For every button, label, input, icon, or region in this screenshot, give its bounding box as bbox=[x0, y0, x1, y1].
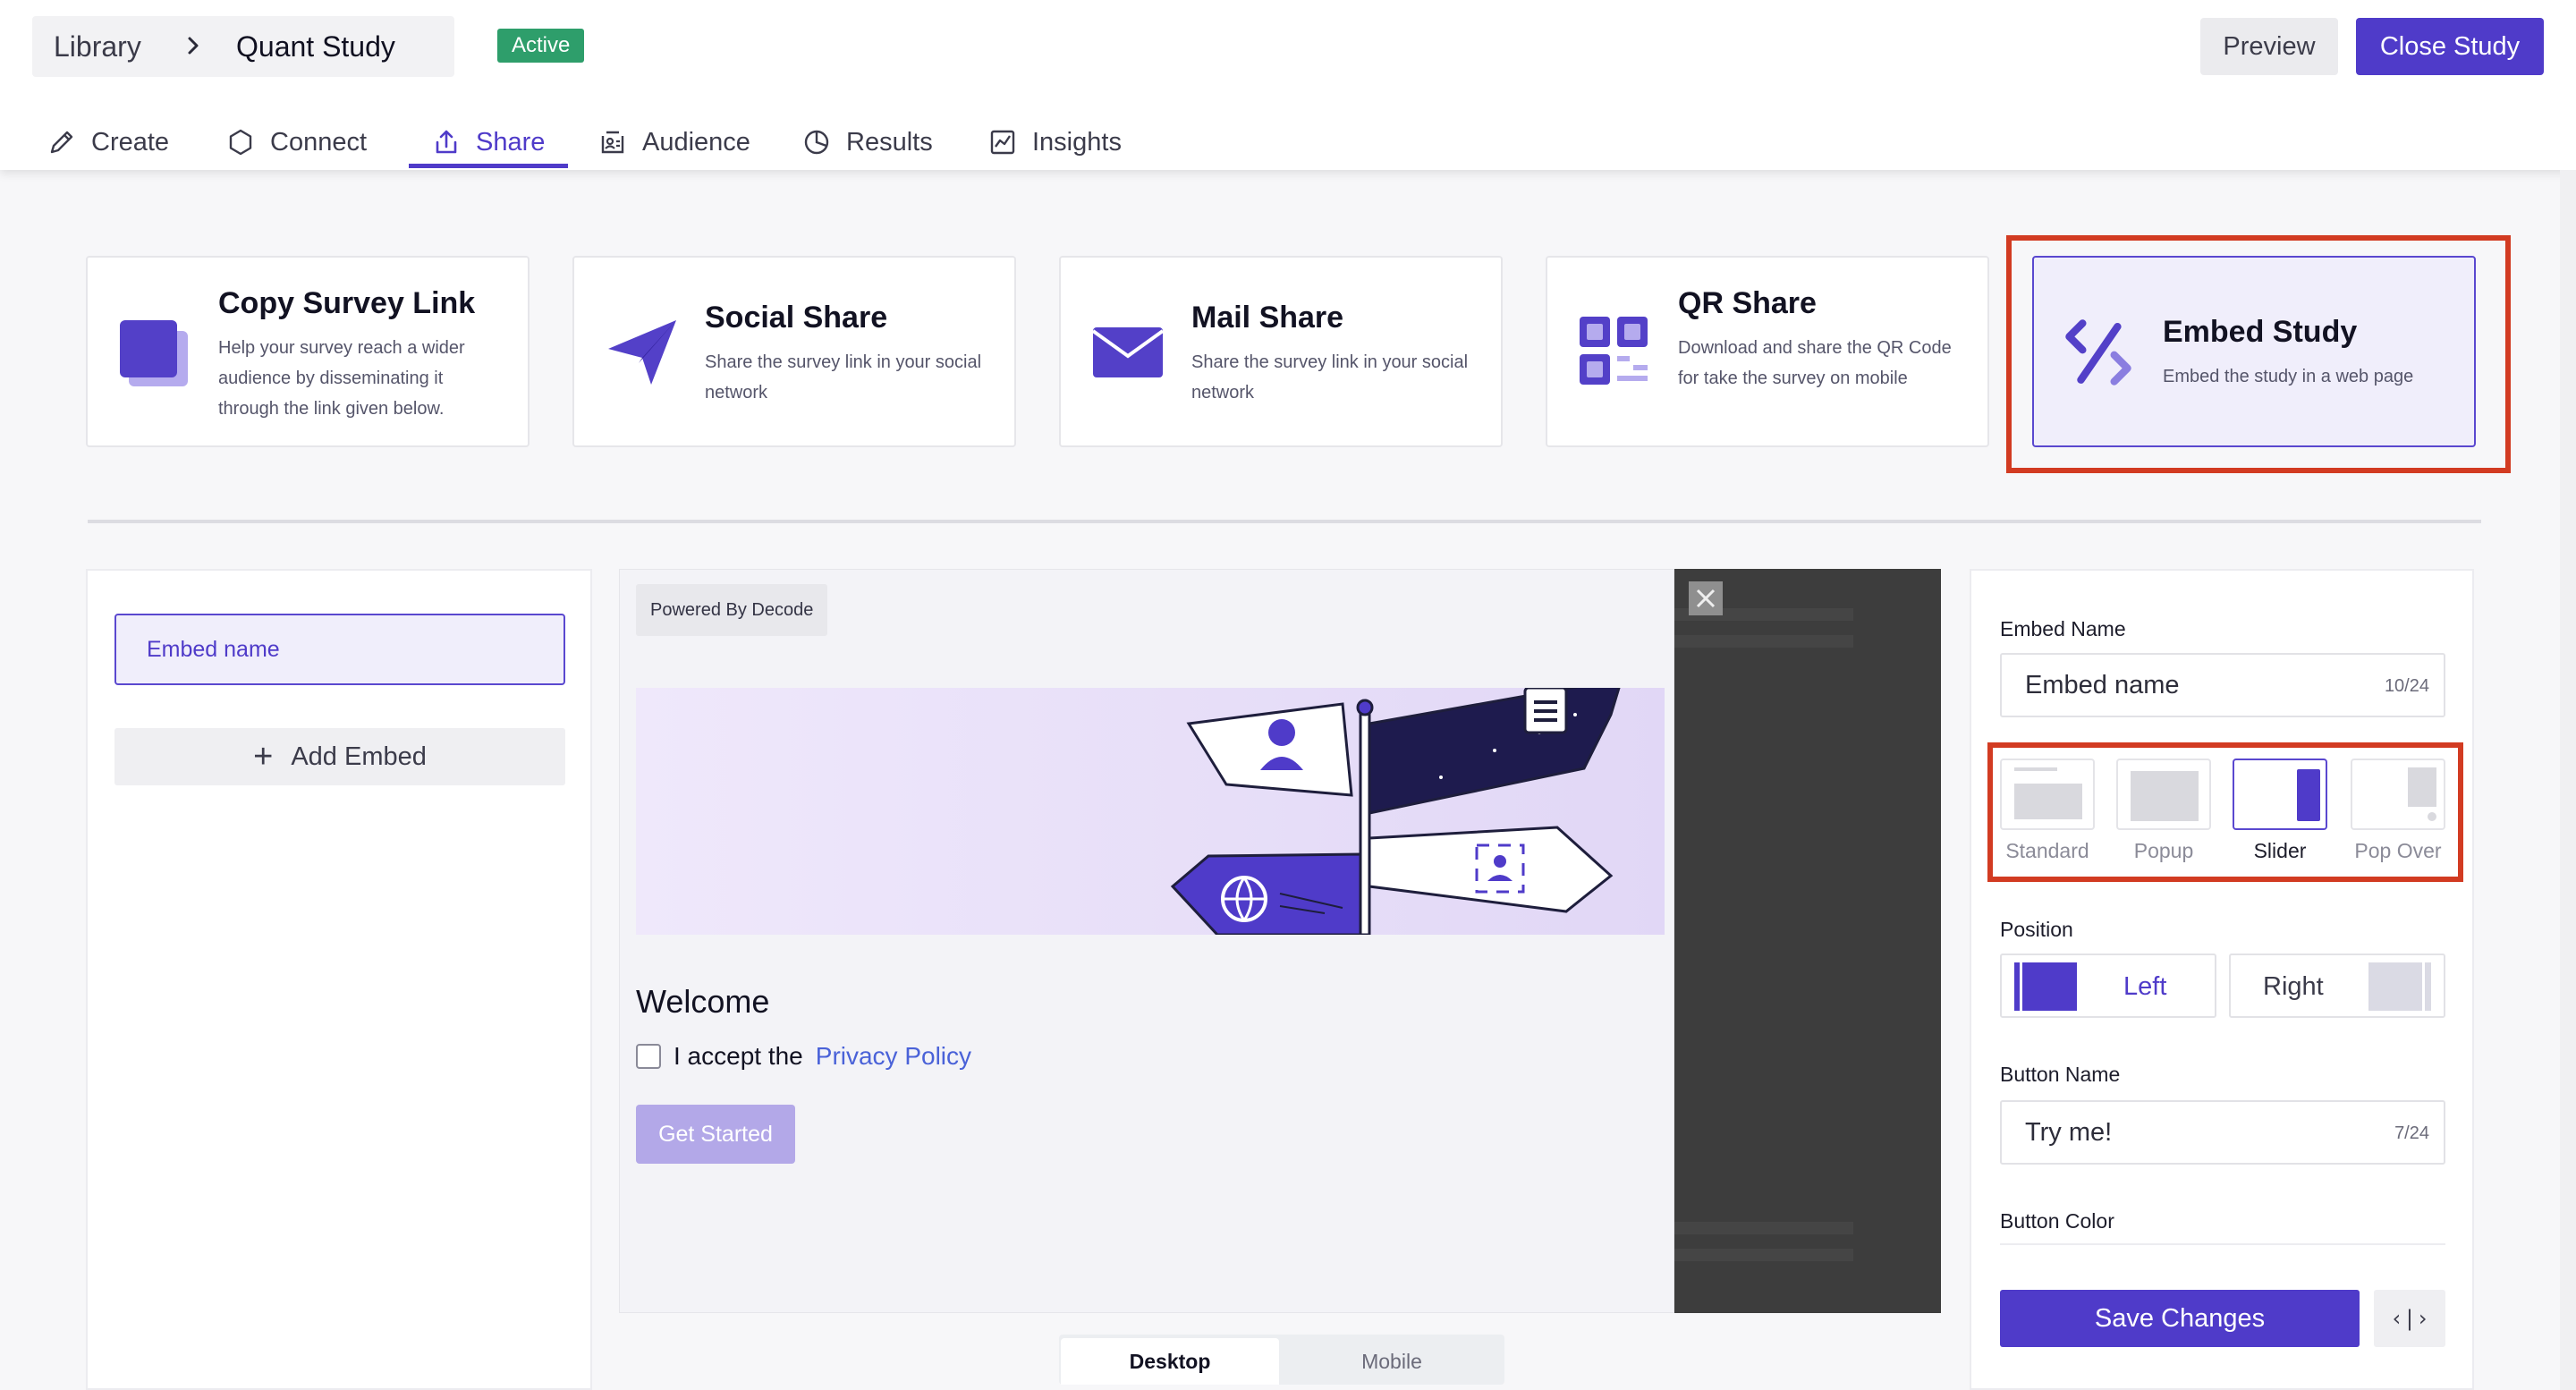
card-description: Share the survey link in your social net… bbox=[1191, 352, 1469, 403]
tab-share[interactable]: Share bbox=[431, 114, 545, 170]
page-scrollbar[interactable] bbox=[2560, 170, 2576, 1390]
position-left-button[interactable]: Left bbox=[2000, 954, 2216, 1018]
char-counter: 10/24 bbox=[2384, 676, 2429, 696]
audience-icon bbox=[601, 131, 624, 154]
close-icon[interactable] bbox=[1689, 581, 1723, 615]
pencil-icon bbox=[50, 131, 73, 154]
mail-icon bbox=[1091, 327, 1165, 377]
active-tab-indicator bbox=[409, 164, 568, 168]
tab-label: Create bbox=[91, 127, 170, 157]
pie-chart-icon bbox=[804, 130, 829, 155]
breadcrumb: Library Quant Study bbox=[32, 16, 454, 77]
card-title: Mail Share bbox=[1191, 301, 1344, 335]
add-embed-button[interactable]: + Add Embed bbox=[114, 728, 565, 785]
card-title: Social Share bbox=[705, 301, 888, 335]
close-study-button[interactable]: Close Study bbox=[2356, 18, 2544, 75]
tab-label: Share bbox=[476, 127, 546, 157]
upload-icon bbox=[436, 130, 457, 154]
code-icon[interactable]: ‹|› bbox=[2374, 1290, 2445, 1347]
consent-row: I accept the Privacy Policy bbox=[636, 1042, 971, 1071]
card-title: Copy Survey Link bbox=[218, 286, 476, 320]
button-color-label: Button Color bbox=[2000, 1209, 2114, 1233]
position-right-button[interactable]: Right bbox=[2229, 954, 2445, 1018]
right-position-swatch bbox=[2368, 962, 2431, 1011]
embed-name-value: Embed name bbox=[2025, 671, 2180, 699]
device-toggle: Desktop Mobile bbox=[1059, 1335, 1504, 1385]
welcome-banner-illustration bbox=[636, 688, 1665, 935]
status-badge: Active bbox=[497, 29, 585, 63]
accept-text: I accept the bbox=[674, 1042, 803, 1070]
embed-name-label: Embed Name bbox=[2000, 617, 2126, 640]
tab-results[interactable]: Results bbox=[801, 114, 933, 170]
save-changes-button[interactable]: Save Changes bbox=[2000, 1290, 2360, 1347]
qr-icon bbox=[1580, 317, 1648, 385]
button-name-value: Try me! bbox=[2025, 1118, 2113, 1147]
card-title: QR Share bbox=[1678, 286, 1817, 320]
highlight-box bbox=[2006, 235, 2511, 473]
device-tab-desktop[interactable]: Desktop bbox=[1061, 1338, 1279, 1385]
card-description: Download and share the QR Code for take … bbox=[1678, 338, 1952, 388]
tab-connect[interactable]: Connect bbox=[225, 114, 367, 170]
highlight-box bbox=[1987, 742, 2463, 882]
breadcrumb-library-link[interactable]: Library bbox=[54, 30, 141, 64]
left-position-swatch bbox=[2014, 962, 2077, 1011]
embed-name-field[interactable]: Embed name 10/24 bbox=[2000, 653, 2445, 717]
button-name-field[interactable]: Try me! 7/24 bbox=[2000, 1100, 2445, 1165]
position-left-label: Left bbox=[2123, 972, 2167, 1001]
add-embed-label: Add Embed bbox=[291, 742, 427, 771]
position-right-label: Right bbox=[2263, 972, 2324, 1001]
card-description: Share the survey link in your social net… bbox=[705, 352, 982, 403]
top-bar: Library Quant Study Active Preview Close… bbox=[0, 0, 2576, 170]
share-card-qr[interactable]: QR Share Download and share the QR Code … bbox=[1546, 256, 1989, 447]
embed-preview: Powered By Decode Welcome I accept the P… bbox=[619, 569, 1674, 1313]
tab-create[interactable]: Create bbox=[47, 114, 169, 170]
chevron-right-icon bbox=[188, 37, 199, 55]
hexagon-icon bbox=[229, 129, 252, 156]
placeholder-line bbox=[1674, 1222, 1853, 1234]
placeholder-line bbox=[1674, 1249, 1853, 1261]
button-color-picker[interactable] bbox=[2000, 1243, 2445, 1245]
embed-list-item[interactable]: Embed name bbox=[114, 614, 565, 685]
tab-insights[interactable]: Insights bbox=[987, 114, 1122, 170]
position-label: Position bbox=[2000, 918, 2073, 941]
get-started-button[interactable]: Get Started bbox=[636, 1105, 795, 1164]
powered-by-badge: Powered By Decode bbox=[636, 584, 828, 636]
signpost-illustration bbox=[1170, 688, 1621, 935]
share-card-mail[interactable]: Mail Share Share the survey link in your… bbox=[1059, 256, 1503, 447]
line-chart-icon bbox=[990, 130, 1015, 155]
tab-audience[interactable]: Audience bbox=[597, 114, 750, 170]
accept-checkbox[interactable] bbox=[636, 1044, 661, 1069]
card-description: Help your survey reach a wider audience … bbox=[218, 338, 465, 419]
share-card-copy-link[interactable]: Copy Survey Link Help your survey reach … bbox=[86, 256, 530, 447]
char-counter: 7/24 bbox=[2394, 1123, 2429, 1143]
tab-label: Audience bbox=[642, 127, 750, 157]
section-divider bbox=[88, 520, 2481, 523]
button-name-label: Button Name bbox=[2000, 1063, 2121, 1086]
slider-panel-preview bbox=[1674, 569, 1941, 1313]
tab-label: Results bbox=[846, 127, 933, 157]
preview-button[interactable]: Preview bbox=[2200, 18, 2338, 75]
embed-list-panel: Embed name + Add Embed bbox=[86, 569, 592, 1390]
privacy-policy-link[interactable]: Privacy Policy bbox=[816, 1042, 971, 1071]
plus-icon: + bbox=[253, 738, 274, 776]
copy-icon bbox=[120, 320, 188, 386]
share-card-social[interactable]: Social Share Share the survey link in yo… bbox=[572, 256, 1016, 447]
paper-plane-icon bbox=[608, 320, 676, 385]
tab-label: Insights bbox=[1032, 127, 1122, 157]
welcome-heading: Welcome bbox=[636, 983, 770, 1020]
placeholder-line bbox=[1674, 635, 1853, 648]
tab-label: Connect bbox=[270, 127, 368, 157]
breadcrumb-current: Quant Study bbox=[236, 30, 395, 63]
device-tab-mobile[interactable]: Mobile bbox=[1283, 1338, 1501, 1385]
